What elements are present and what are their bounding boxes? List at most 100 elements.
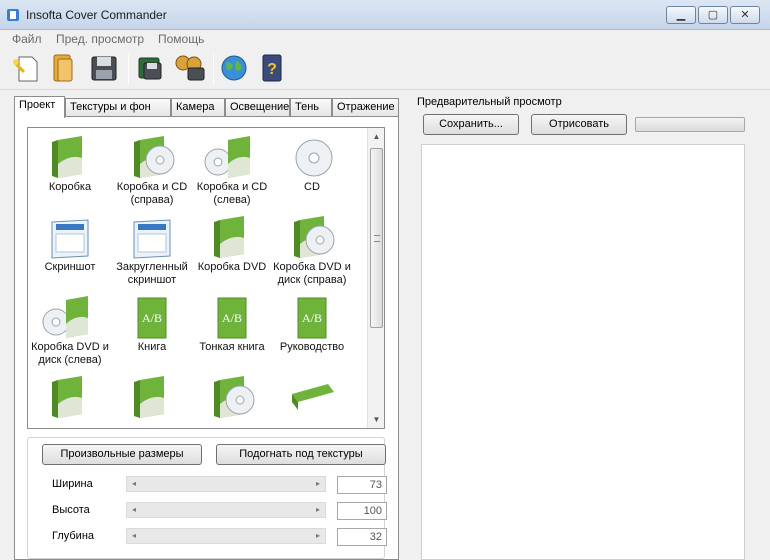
gallery-item[interactable]: A/B Тонкая книга <box>190 294 274 354</box>
gallery-item-label: Книга <box>137 341 167 353</box>
close-icon: ✕ <box>740 8 750 21</box>
gallery-item[interactable]: A/B Руководство <box>270 294 354 354</box>
book-icon: A/B <box>110 294 194 340</box>
tab-project[interactable]: Проект <box>14 96 65 118</box>
save-floppy-icon <box>91 56 117 81</box>
dvd-box-icon <box>190 214 274 260</box>
minimize-button[interactable]: ▁ <box>666 6 696 24</box>
box-disc-alt-icon <box>190 374 274 420</box>
batch-save-icon <box>138 57 162 80</box>
depth-label: Глубина <box>52 530 95 542</box>
width-slider[interactable]: ◂ ▸ <box>126 476 326 492</box>
gallery-item[interactable]: A/B Книга <box>110 294 194 354</box>
gallery-item[interactable] <box>270 374 354 421</box>
depth-field[interactable]: 32 <box>337 528 387 546</box>
svg-text:A/B: A/B <box>142 311 162 325</box>
dvd-box-disc-right-icon <box>270 214 354 260</box>
gallery-item[interactable]: Скриншот <box>28 214 112 274</box>
gallery-item[interactable]: Коробка и CD (слева) <box>190 134 274 207</box>
box-icon <box>28 134 112 180</box>
svg-text:?: ? <box>267 61 277 78</box>
slider-right-icon[interactable]: ▸ <box>311 529 325 543</box>
menu-preview[interactable]: Пред. просмотр <box>56 32 144 46</box>
slider-right-icon[interactable]: ▸ <box>311 477 325 491</box>
size-group: Произвольные размеры Подогнать под текст… <box>27 437 387 559</box>
box-cd-left-icon <box>190 134 274 180</box>
export-video-icon <box>175 55 205 81</box>
tab-camera[interactable]: Камера <box>171 98 225 117</box>
preview-canvas <box>421 144 745 560</box>
gallery-item[interactable] <box>190 374 274 421</box>
height-field[interactable]: 100 <box>337 502 387 520</box>
menu-bar: Файл Пред. просмотр Помощь <box>0 30 770 48</box>
help-book-icon: ? <box>262 54 282 82</box>
minimize-icon: ▁ <box>676 8 686 21</box>
menu-file[interactable]: Файл <box>12 32 42 46</box>
gallery-item-label: Коробка и CD (справа) <box>116 181 188 206</box>
app-icon <box>7 9 19 21</box>
title-bar: Insofta Cover Commander ▁ ▢ ✕ <box>0 0 770 30</box>
thumb-grip <box>374 235 380 242</box>
gallery-item[interactable]: CD <box>270 134 354 194</box>
gallery-scrollbar[interactable]: ▲ ▼ <box>367 128 384 428</box>
preview-save-button[interactable]: Сохранить... <box>423 114 519 135</box>
web-globe-icon <box>221 55 247 81</box>
open-folder-icon <box>53 54 73 82</box>
width-label: Ширина <box>52 478 93 490</box>
web-button[interactable] <box>218 52 250 84</box>
gallery-item-label: Тонкая книга <box>199 341 265 353</box>
export-video-button[interactable] <box>174 52 206 84</box>
screenshot-icon <box>28 214 112 260</box>
svg-text:A/B: A/B <box>222 311 242 325</box>
gallery-item-label: Руководство <box>279 341 345 353</box>
height-slider[interactable]: ◂ ▸ <box>126 502 326 518</box>
batch-save-button[interactable] <box>134 52 166 84</box>
open-button[interactable] <box>46 52 78 84</box>
gallery-item[interactable]: Коробка DVD и диск (слева) <box>28 294 112 367</box>
gallery-item[interactable] <box>28 374 112 421</box>
new-project-button[interactable] <box>10 52 42 84</box>
depth-slider[interactable]: ◂ ▸ <box>126 528 326 544</box>
tab-textures[interactable]: Текстуры и фон <box>65 98 171 117</box>
slider-left-icon[interactable]: ◂ <box>127 529 141 543</box>
rounded-screenshot-icon <box>110 214 194 260</box>
maximize-button[interactable]: ▢ <box>698 6 728 24</box>
menu-help[interactable]: Помощь <box>158 32 204 46</box>
custom-size-button[interactable]: Произвольные размеры <box>42 444 202 465</box>
tab-lighting[interactable]: Освещение <box>225 98 290 117</box>
render-progress-bar <box>635 117 745 132</box>
dvd-box-disc-left-icon <box>28 294 112 340</box>
main-area: Проект Текстуры и фон Камера Освещение Т… <box>0 90 770 560</box>
fit-textures-button[interactable]: Подогнать под текстуры <box>216 444 386 465</box>
tab-shadow[interactable]: Тень <box>290 98 332 117</box>
new-project-icon <box>13 56 38 82</box>
help-button[interactable]: ? <box>256 52 288 84</box>
box-cd-right-icon <box>110 134 194 180</box>
box-alt-icon <box>28 374 112 420</box>
close-button[interactable]: ✕ <box>730 6 760 24</box>
gallery-item[interactable]: Коробка DVD <box>190 214 274 274</box>
slider-right-icon[interactable]: ▸ <box>311 503 325 517</box>
scrollbar-thumb[interactable] <box>370 148 383 328</box>
manual-icon: A/B <box>270 294 354 340</box>
gallery-item[interactable]: Коробка <box>28 134 112 194</box>
toolbar-separator <box>128 54 129 84</box>
render-button[interactable]: Отрисовать <box>531 114 627 135</box>
tab-reflection[interactable]: Отражение <box>332 98 399 117</box>
slider-left-icon[interactable]: ◂ <box>127 477 141 491</box>
flat-box-icon <box>270 374 354 420</box>
scroll-down-icon[interactable]: ▼ <box>368 411 384 428</box>
gallery-item-label: Закругленный скриншот <box>116 261 188 286</box>
save-button[interactable] <box>88 52 120 84</box>
toolbar-separator <box>213 54 214 84</box>
gallery-item[interactable]: Коробка DVD и диск (справа) <box>270 214 354 287</box>
gallery-item-label: Коробка DVD и диск (слева) <box>31 341 109 366</box>
maximize-icon: ▢ <box>707 8 719 21</box>
slider-left-icon[interactable]: ◂ <box>127 503 141 517</box>
gallery-item[interactable] <box>110 374 194 421</box>
scroll-up-icon[interactable]: ▲ <box>368 128 384 145</box>
cd-icon <box>270 134 354 180</box>
gallery-item[interactable]: Коробка и CD (справа) <box>110 134 194 207</box>
width-field[interactable]: 73 <box>337 476 387 494</box>
gallery-item[interactable]: Закругленный скриншот <box>110 214 194 287</box>
